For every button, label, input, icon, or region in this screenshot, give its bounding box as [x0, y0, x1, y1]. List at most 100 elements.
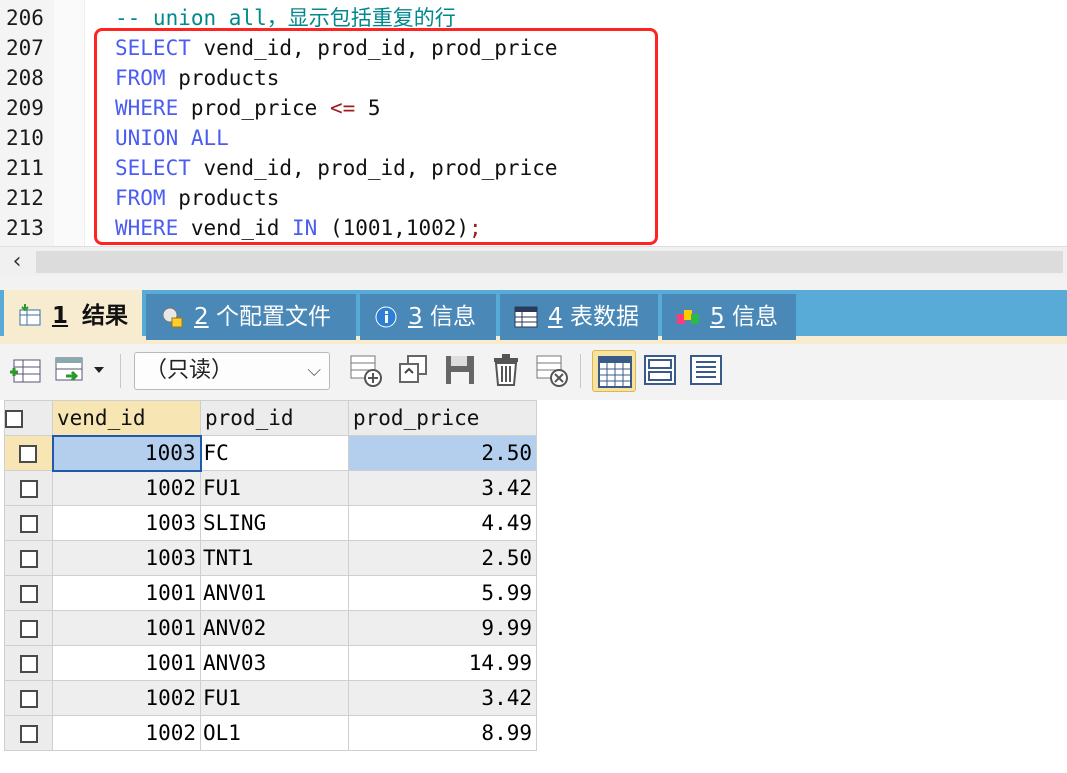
cell-value: 1001	[145, 581, 196, 605]
row-checkbox[interactable]	[19, 445, 38, 463]
cell-value: 9.99	[481, 616, 532, 640]
cell-value: 2.50	[481, 546, 532, 570]
column-header-vend-id[interactable]: vend_id	[52, 400, 201, 436]
row-checkbox[interactable]	[19, 725, 38, 743]
cell-prod-id[interactable]: FC	[200, 435, 349, 471]
table-row[interactable]: 1003 SLING 4.49	[4, 505, 537, 541]
tab-result[interactable]: 1 结果	[4, 290, 142, 344]
row-checkbox[interactable]	[19, 550, 38, 568]
cell-prod-price[interactable]: 3.42	[348, 680, 537, 716]
cell-prod-id[interactable]: FU1	[200, 470, 349, 506]
scroll-left-icon[interactable]: ‹	[4, 247, 30, 277]
row-checkbox[interactable]	[19, 585, 38, 603]
table-row[interactable]: 1002 OL1 8.99	[4, 715, 537, 751]
row-checkbox-cell[interactable]	[4, 470, 53, 506]
row-checkbox-cell[interactable]	[4, 680, 53, 716]
cell-prod-id[interactable]: ANV01	[200, 575, 349, 611]
table-row[interactable]: 1002 FU1 3.42	[4, 680, 537, 716]
table-row[interactable]: 1003 TNT1 2.50	[4, 540, 537, 576]
row-checkbox-cell[interactable]	[4, 645, 53, 681]
cell-value: 3.42	[481, 476, 532, 500]
table-row[interactable]: 1001 ANV03 14.99	[4, 645, 537, 681]
grid-view-button[interactable]	[592, 350, 636, 392]
cell-prod-id[interactable]: FU1	[200, 680, 349, 716]
row-checkbox[interactable]	[19, 690, 38, 708]
export-icon	[55, 357, 104, 382]
cell-vend-id[interactable]: 1003	[52, 540, 201, 576]
cell-vend-id[interactable]: 1001	[52, 610, 201, 646]
tab-number: 3	[408, 304, 423, 330]
result-tabbar: 1 结果 2 个配置文件 3 信息 4 表数据 5 信息	[0, 276, 1067, 344]
cell-prod-price[interactable]: 8.99	[348, 715, 537, 751]
line-number: 210	[6, 126, 44, 150]
cell-prod-price[interactable]: 4.49	[348, 505, 537, 541]
cancel-changes-button[interactable]	[534, 352, 570, 388]
delete-row-button[interactable]	[488, 352, 524, 388]
cell-prod-price[interactable]: 5.99	[348, 575, 537, 611]
row-checkbox[interactable]	[19, 515, 38, 533]
cell-vend-id[interactable]: 1003	[51, 434, 202, 472]
tab-profile[interactable]: 2 个配置文件	[146, 294, 356, 340]
cell-vend-id[interactable]: 1002	[52, 680, 201, 716]
cell-prod-id[interactable]: TNT1	[200, 540, 349, 576]
table-data-icon	[514, 306, 538, 328]
cancel-icon	[536, 355, 568, 387]
text-view-button[interactable]	[688, 352, 724, 388]
row-checkbox[interactable]	[19, 655, 38, 673]
table-row[interactable]: 1001 ANV02 9.99	[4, 610, 537, 646]
row-checkbox[interactable]	[19, 620, 38, 638]
column-header-prod-price[interactable]: prod_price	[348, 400, 537, 436]
row-checkbox-cell[interactable]	[4, 435, 53, 471]
result-icon	[19, 304, 41, 326]
tab-table-data[interactable]: 4 表数据	[500, 294, 658, 340]
cell-vend-id[interactable]: 1002	[52, 715, 201, 751]
tab-info[interactable]: 3 信息	[360, 294, 496, 340]
select-all-checkbox[interactable]	[5, 410, 23, 428]
duplicate-icon	[399, 355, 427, 383]
row-checkbox-cell[interactable]	[4, 575, 53, 611]
tab-label: 表数据	[570, 304, 639, 330]
save-button[interactable]	[442, 352, 478, 388]
cell-prod-id[interactable]: SLING	[200, 505, 349, 541]
cell-vend-id[interactable]: 1001	[52, 575, 201, 611]
cell-value: 1003	[144, 441, 196, 465]
table-row[interactable]: 1001 ANV01 5.99	[4, 575, 537, 611]
cell-value: 3.42	[481, 686, 532, 710]
row-checkbox-cell[interactable]	[4, 505, 53, 541]
horizontal-scrollbar[interactable]: ‹	[0, 246, 1067, 277]
tab-info-2[interactable]: 5 信息	[662, 294, 796, 340]
cell-vend-id[interactable]: 1001	[52, 645, 201, 681]
cell-prod-price[interactable]: 2.50	[348, 435, 537, 471]
column-header-prod-id[interactable]: prod_id	[200, 400, 349, 436]
cell-prod-id[interactable]: ANV03	[200, 645, 349, 681]
form-view-button[interactable]	[642, 352, 678, 388]
cell-prod-price[interactable]: 9.99	[348, 610, 537, 646]
export-dropdown-button[interactable]	[54, 352, 112, 388]
row-checkbox-cell[interactable]	[4, 540, 53, 576]
cell-prod-price[interactable]: 3.42	[348, 470, 537, 506]
scrollbar-thumb[interactable]	[36, 251, 1063, 273]
cell-prod-id[interactable]: OL1	[200, 715, 349, 751]
readonly-mode-select[interactable]: （只读） ⌵	[134, 352, 330, 390]
table-row[interactable]: 1002 FU1 3.42	[4, 470, 537, 506]
result-grid: vend_id prod_id prod_price 1003 FC 2.50 100…	[4, 400, 537, 751]
sql-editor[interactable]: 206 -- union all，显示包括重复的行 207 SELECT vend_i…	[0, 0, 1067, 246]
cell-vend-id[interactable]: 1002	[52, 470, 201, 506]
cell-prod-price[interactable]: 2.50	[348, 540, 537, 576]
readonly-mode-value: （只读）	[145, 358, 234, 383]
select-all-checkbox-cell[interactable]	[4, 400, 53, 436]
row-checkbox-cell[interactable]	[4, 715, 53, 751]
cell-prod-price[interactable]: 14.99	[348, 645, 537, 681]
cell-value: 2.50	[481, 441, 532, 465]
insert-row-button[interactable]	[8, 352, 44, 388]
table-row[interactable]: 1003 FC 2.50	[4, 434, 537, 472]
result-toolbar: （只读） ⌵	[0, 344, 1067, 400]
form-view-icon	[644, 355, 676, 385]
add-row-button[interactable]	[348, 352, 384, 388]
row-checkbox-cell[interactable]	[4, 610, 53, 646]
code-token: -- union all，显示包括重复的行	[115, 6, 456, 30]
row-checkbox[interactable]	[19, 480, 38, 498]
cell-vend-id[interactable]: 1003	[52, 505, 201, 541]
duplicate-row-button[interactable]	[396, 352, 432, 388]
cell-prod-id[interactable]: ANV02	[200, 610, 349, 646]
